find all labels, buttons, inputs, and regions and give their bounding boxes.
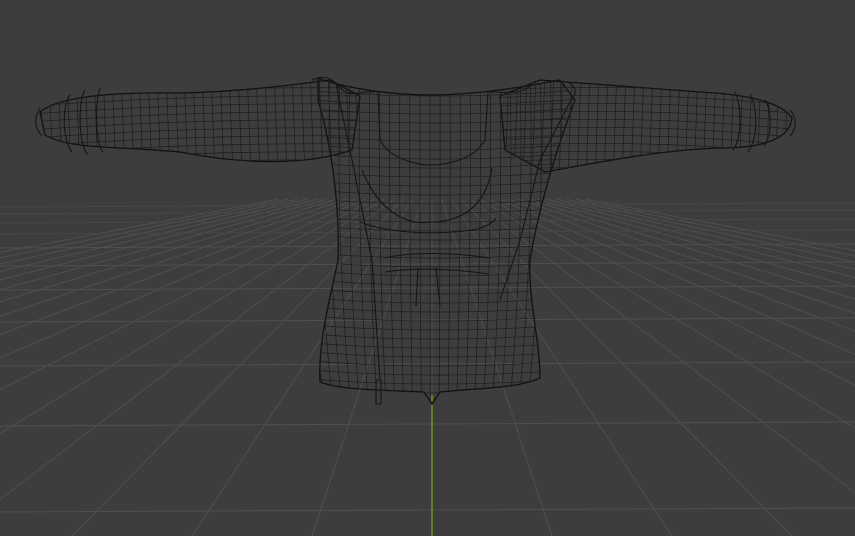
wire-line <box>147 80 153 162</box>
wire-curve <box>40 119 360 131</box>
grid-line <box>0 285 855 291</box>
wire-line <box>66 80 72 162</box>
wire-line <box>57 80 63 162</box>
wire-curve <box>500 158 792 171</box>
3d-viewport[interactable] <box>0 0 855 536</box>
wire-curve <box>389 78 396 404</box>
grid-line <box>556 198 855 270</box>
grid-line <box>0 198 298 265</box>
wire-line <box>291 80 297 162</box>
grid-line <box>0 198 375 391</box>
wire-line <box>156 80 162 162</box>
grid-line <box>0 209 855 215</box>
wire-line <box>783 80 789 172</box>
wire-line <box>603 80 609 172</box>
left-sleeve-wireframe <box>40 80 360 162</box>
grid-line <box>450 199 673 536</box>
grid-line <box>0 202 855 208</box>
grid-line <box>518 198 855 314</box>
grid-line <box>0 198 337 303</box>
grid-line <box>499 198 855 355</box>
wire-curve <box>318 323 575 331</box>
wire-line <box>675 80 681 172</box>
wire-line <box>684 80 690 172</box>
wire-line <box>201 80 207 162</box>
wire-line <box>657 80 663 172</box>
wire-line <box>48 80 54 162</box>
grid-line <box>0 198 317 281</box>
wire-line <box>612 80 618 172</box>
wire-line <box>120 80 126 162</box>
wire-line <box>93 80 99 162</box>
wire-line <box>183 80 189 162</box>
grid-line <box>575 198 855 257</box>
wire-line <box>531 80 537 172</box>
wire-line <box>300 80 306 162</box>
wire-line <box>702 80 708 172</box>
wire-line <box>246 80 252 162</box>
wire-curve <box>318 359 575 367</box>
wire-line <box>264 80 270 162</box>
grid-line <box>311 199 423 536</box>
grid-line <box>0 198 327 291</box>
zipper-pull <box>375 379 382 405</box>
grid-line <box>0 361 855 367</box>
grid-line <box>0 198 365 359</box>
wire-curve <box>535 78 552 404</box>
right-sleeve-wireframe <box>500 80 792 172</box>
wire-line <box>729 80 735 172</box>
wire-line <box>129 80 135 162</box>
grid-line <box>0 198 385 435</box>
grid-line <box>0 243 855 249</box>
wire-curve <box>482 78 492 404</box>
wire-curve <box>318 395 575 403</box>
grid-line <box>537 198 855 288</box>
wire-line <box>576 80 582 172</box>
wire-curve <box>318 368 575 376</box>
grid-line <box>547 198 855 279</box>
viewport-canvas[interactable] <box>0 0 855 536</box>
wire-line <box>513 80 519 172</box>
wire-line <box>765 80 771 172</box>
wire-line <box>504 80 510 172</box>
wire-line <box>111 80 117 162</box>
wire-curve <box>40 111 360 123</box>
wire-line <box>639 80 645 172</box>
wire-line <box>666 80 672 172</box>
wire-line <box>102 80 108 162</box>
grid-line <box>460 198 793 536</box>
wire-line <box>567 80 573 172</box>
wire-line <box>192 80 198 162</box>
floor-grid <box>0 198 855 536</box>
grid-line <box>0 198 308 272</box>
grid-line <box>508 198 855 332</box>
wire-curve <box>379 78 387 404</box>
grid-line <box>0 507 855 513</box>
grid-line <box>566 198 855 263</box>
wire-line <box>540 80 546 172</box>
wire-line <box>720 80 726 172</box>
wire-line <box>237 80 243 162</box>
wire-curve <box>561 78 575 404</box>
wire-curve <box>491 78 502 404</box>
wire-line <box>711 80 717 172</box>
wire-line <box>84 80 90 162</box>
wire-line <box>693 80 699 172</box>
wire-curve <box>40 151 360 162</box>
wire-line <box>756 80 762 172</box>
wire-curve <box>40 159 360 162</box>
wire-line <box>648 80 654 172</box>
wire-line <box>500 80 501 172</box>
wire-curve <box>318 332 575 340</box>
wire-line <box>774 80 780 172</box>
wire-line <box>138 80 144 162</box>
wire-line <box>75 80 81 162</box>
grid-line <box>441 199 553 536</box>
grid-line <box>71 198 404 536</box>
left-cuff <box>35 87 104 156</box>
wire-line <box>255 80 261 162</box>
grid-line <box>0 421 855 427</box>
wire-line <box>210 80 216 162</box>
